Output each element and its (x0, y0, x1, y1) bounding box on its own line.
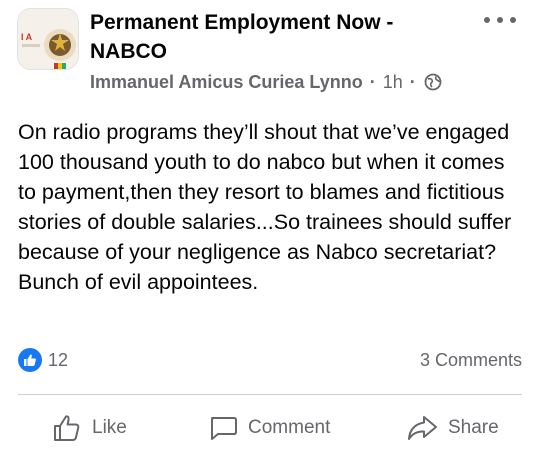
post-text: On radio programs they’ll shout that we’… (18, 120, 512, 294)
group-avatar[interactable]: I A (17, 8, 79, 70)
post-time[interactable]: 1h (383, 72, 403, 93)
like-label: Like (92, 416, 127, 438)
author-name[interactable]: Immanuel Amicus Curiea Lynno (90, 72, 363, 93)
comment-button[interactable]: Comment (208, 405, 330, 450)
reaction-count: 12 (48, 349, 69, 370)
more-dot-icon (510, 17, 516, 23)
post-meta: Immanuel Amicus Curiea Lynno · 1h · (90, 70, 442, 94)
thumbs-up-icon (54, 414, 80, 441)
share-button[interactable]: Share (406, 405, 499, 450)
more-options-button[interactable] (484, 10, 516, 30)
comments-count[interactable]: 3 Comments (420, 350, 522, 371)
share-arrow-icon (408, 415, 437, 440)
meta-separator: · (369, 71, 376, 92)
globe-icon (424, 73, 442, 91)
thumbs-up-icon (18, 348, 42, 372)
post-header: I A Permanent Employment Now - NABCO Imm… (0, 0, 540, 100)
reaction-summary[interactable]: 12 (18, 348, 68, 372)
reactions-row: 12 3 Comments (18, 346, 522, 374)
speech-bubble-icon (211, 416, 237, 440)
meta-separator: · (409, 71, 416, 92)
like-button[interactable]: Like (52, 405, 127, 450)
comment-label: Comment (248, 416, 331, 438)
more-dot-icon (497, 17, 503, 23)
share-label: Share (448, 416, 499, 438)
divider (18, 394, 522, 395)
svg-text:I A: I A (21, 32, 33, 42)
group-name[interactable]: Permanent Employment Now - NABCO (90, 8, 470, 66)
group-logo-image: I A (18, 9, 78, 69)
post-actions: Like Comment Share (0, 405, 540, 450)
more-dot-icon (484, 17, 490, 23)
